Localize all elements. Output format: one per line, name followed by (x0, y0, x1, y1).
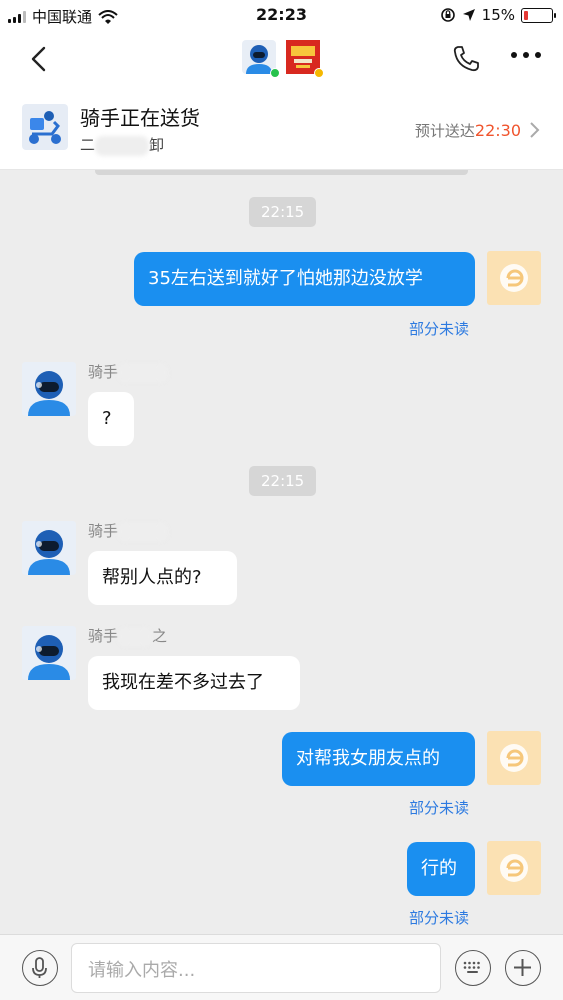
orientation-lock-icon (440, 8, 455, 22)
message-bubble-incoming[interactable]: 帮别人点的? (88, 551, 237, 605)
shop-status-dot (314, 68, 324, 78)
message-bubble-outgoing[interactable]: 对帮我女朋友点的 (282, 732, 475, 786)
message-input[interactable]: 请输入内容... (71, 943, 441, 993)
my-avatar[interactable] (487, 841, 541, 895)
rider-info: 二卸 (80, 135, 165, 156)
add-icon[interactable] (505, 950, 541, 986)
message-bubble-outgoing[interactable]: 35左右送到就好了怕她那边没放学 (134, 252, 475, 306)
timestamp: 22:15 (249, 197, 317, 227)
phone-icon[interactable] (451, 44, 481, 74)
scooter-icon (22, 104, 68, 150)
message-bubble-outgoing[interactable]: 行的 (407, 842, 475, 896)
keyboard-icon[interactable] (455, 950, 491, 986)
more-options-icon[interactable] (511, 52, 541, 58)
read-status: 部分未读 (409, 320, 470, 338)
my-avatar[interactable] (487, 731, 541, 785)
chevron-right-icon (530, 122, 540, 138)
back-arrow-icon[interactable] (24, 44, 54, 74)
message-bubble-incoming[interactable]: 我现在差不多过去了 (88, 656, 300, 710)
rider-avatar[interactable] (22, 521, 76, 575)
microphone-icon[interactable] (22, 950, 58, 986)
my-avatar[interactable] (487, 251, 541, 305)
read-status: 部分未读 (409, 909, 470, 927)
sender-name: 骑手 (88, 520, 169, 541)
battery-icon (521, 7, 556, 23)
online-status-dot (270, 68, 280, 78)
message-bubble-incoming[interactable]: ? (88, 392, 134, 446)
card-shadow (95, 170, 468, 175)
battery-percent: 15% (481, 6, 515, 24)
read-status: 部分未读 (409, 799, 470, 817)
status-bar: 中国联通 22:23 15% (0, 0, 563, 30)
rider-avatar[interactable] (22, 362, 76, 416)
rider-avatar[interactable] (22, 626, 76, 680)
delivery-title: 骑手正在送货 (80, 106, 200, 130)
location-arrow-icon (462, 9, 475, 21)
timestamp: 22:15 (249, 466, 317, 496)
nav-bar (0, 30, 563, 90)
eta-text: 预计送达22:30 (414, 121, 521, 140)
sender-name: 骑手之 (88, 627, 168, 646)
delivery-status-card[interactable]: 骑手正在送货 二卸 预计送达22:30 (0, 90, 563, 170)
sender-name: 骑手 (88, 361, 169, 382)
rider-avatar-small[interactable] (242, 40, 280, 78)
shop-avatar-small[interactable] (286, 40, 324, 78)
input-bar: 请输入内容... (0, 934, 563, 1000)
